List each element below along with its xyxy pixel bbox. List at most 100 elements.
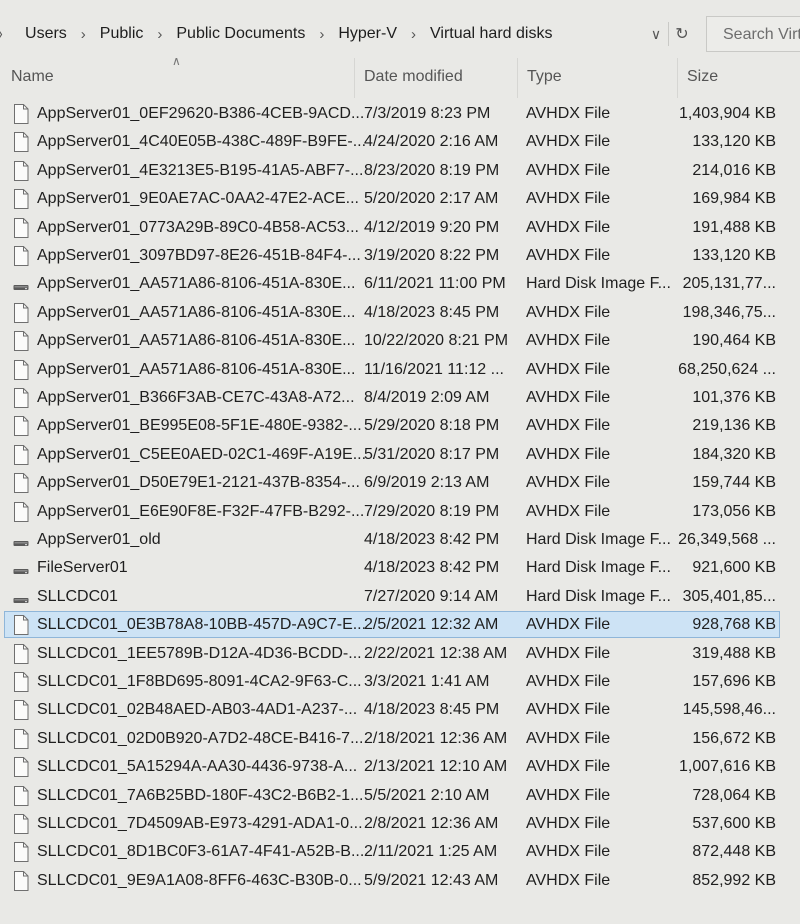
file-row[interactable]: AppServer01_AA571A86-8106-451A-830E... 4/… [0,300,800,328]
file-size: 537,600 KB [692,815,776,832]
column-header-type[interactable]: Type [527,68,562,86]
file-row[interactable]: AppServer01_AA571A86-8106-451A-830E... 6/… [0,271,800,299]
column-header-name[interactable]: Name [11,68,54,86]
file-date-modified: 4/18/2023 8:45 PM [364,701,500,719]
file-row[interactable]: AppServer01_AA571A86-8106-451A-830E... 10… [0,328,800,356]
file-size: 159,744 KB [692,474,776,492]
file-type: AVHDX File [526,417,611,435]
file-row[interactable]: SLLCDC01 7/27/2020 9:14 AM Hard Disk Image… [0,584,800,612]
file-size: 205,131,77... [682,275,776,293]
file-row[interactable]: SLLCDC01_7D4509AB-E973-4291-ADA1-0... 2/8… [0,811,800,839]
file-row[interactable]: AppServer01_4C40E05B-438C-489F-B9FE-... 4… [0,129,800,157]
file-row[interactable]: AppServer01_AA571A86-8106-451A-830E... 11… [0,357,800,385]
breadcrumb-hyper-v[interactable]: Hyper-V [338,25,397,43]
breadcrumb-users[interactable]: Users [25,25,67,43]
file-size: 872,448 KB [692,843,776,861]
file-name: AppServer01_AA571A86-8106-451A-830E... [37,303,356,321]
file-size: 728,064 KB [692,786,776,804]
file-row[interactable]: AppServer01_E6E90F8E-F32F-47FB-B292-... 7… [0,499,800,527]
column-header-size[interactable]: Size [687,68,718,86]
breadcrumb-public-documents[interactable]: Public Documents [176,25,305,43]
file-date-modified: 5/5/2021 2:10 AM [364,786,490,804]
breadcrumb-overflow-icon[interactable]: 〉 [0,24,11,45]
sort-ascending-icon: ∧ [172,54,181,68]
refresh-icon[interactable]: ↻ [668,22,695,46]
file-row[interactable]: AppServer01_C5EE0AED-02C1-469F-A19E... 5/… [0,442,800,470]
file-row[interactable]: SLLCDC01_0E3B78A8-10BB-457D-A9C7-E... 2/5… [0,611,800,640]
file-type: Hard Disk Image F... [526,275,671,293]
file-type: AVHDX File [526,502,611,520]
chevron-right-icon[interactable]: › [411,26,416,43]
file-row[interactable]: SLLCDC01_1EE5789B-D12A-4D36-BCDD-... 2/22… [0,641,800,669]
file-name: AppServer01_AA571A86-8106-451A-830E... [37,275,356,293]
file-row[interactable]: SLLCDC01_8D1BC0F3-61A7-4F41-A52B-B... 2/1… [0,839,800,867]
file-name: SLLCDC01_02B48AED-AB03-4AD1-A237-... [37,701,358,719]
file-row[interactable]: SLLCDC01_9E9A1A08-8FF6-463C-B30B-0... 5/9… [0,868,800,896]
file-name: AppServer01_AA571A86-8106-451A-830E... [37,360,356,378]
address-history-dropdown-icon[interactable]: ∨ [646,24,666,44]
file-type: AVHDX File [526,474,611,492]
file-row[interactable]: AppServer01_4E3213E5-B195-41A5-ABF7-... 8… [0,158,800,186]
file-row[interactable]: AppServer01_0773A29B-89C0-4B58-AC53... 4/… [0,215,800,243]
file-type: AVHDX File [526,105,611,122]
file-size: 26,349,568 ... [678,531,776,548]
file-date-modified: 2/13/2021 12:10 AM [364,758,508,776]
file-name: AppServer01_B366F3AB-CE7C-43A8-A72... [37,389,355,406]
file-name: SLLCDC01 [37,587,118,605]
file-date-modified: 5/31/2020 8:17 PM [364,445,500,463]
file-date-modified: 2/5/2021 12:32 AM [364,616,499,634]
file-date-modified: 3/19/2020 8:22 PM [364,247,500,264]
file-date-modified: 5/20/2020 2:17 AM [364,190,499,208]
column-divider[interactable] [517,58,518,98]
breadcrumb: 〉 Users › Public › Public Documents › Hy… [0,12,700,56]
file-row[interactable]: SLLCDC01_5A15294A-AA30-4436-9738-A... 2/1… [0,754,800,782]
file-date-modified: 7/27/2020 9:14 AM [364,587,499,605]
disk-icon [13,530,29,550]
file-row[interactable]: AppServer01_BE995E08-5F1E-480E-9382-... 5… [0,413,800,441]
file-size: 1,007,616 KB [679,758,776,776]
chevron-right-icon[interactable]: › [81,26,86,43]
document-icon [13,785,29,806]
column-header-date[interactable]: Date modified [364,68,463,86]
document-icon [13,104,29,124]
file-type: AVHDX File [526,673,611,690]
file-date-modified: 2/18/2021 12:36 AM [364,729,508,747]
file-size: 101,376 KB [692,389,776,406]
file-row[interactable]: FileServer01 4/18/2023 8:42 PM Hard Disk I… [0,555,800,583]
search-input[interactable]: Search Virtu [706,16,800,52]
file-row[interactable]: SLLCDC01_02B48AED-AB03-4AD1-A237-... 4/18… [0,697,800,725]
file-row[interactable]: AppServer01_3097BD97-8E26-451B-84F4-... 3… [0,243,800,271]
column-divider[interactable] [354,58,355,98]
file-row[interactable]: AppServer01_0EF29620-B386-4CEB-9ACD... 7/… [0,101,800,129]
breadcrumb-virtual-hard-disks[interactable]: Virtual hard disks [430,25,552,43]
file-row[interactable]: AppServer01_9E0AE7AC-0AA2-47E2-ACE... 5/2… [0,186,800,214]
file-name: AppServer01_D50E79E1-2121-437B-8354-... [37,474,360,492]
file-name: AppServer01_0773A29B-89C0-4B58-AC53... [37,218,359,236]
file-row[interactable]: AppServer01_B366F3AB-CE7C-43A8-A72... 8/4… [0,385,800,413]
file-name: SLLCDC01_9E9A1A08-8FF6-463C-B30B-0... [37,871,362,889]
file-type: Hard Disk Image F... [526,531,671,548]
file-name: AppServer01_3097BD97-8E26-451B-84F4-... [37,247,361,264]
document-icon [13,615,29,636]
file-type: Hard Disk Image F... [526,559,671,577]
file-date-modified: 2/22/2021 12:38 AM [364,644,508,662]
file-date-modified: 4/18/2023 8:45 PM [364,303,500,321]
file-date-modified: 3/3/2021 1:41 AM [364,673,490,690]
file-size: 219,136 KB [692,417,776,435]
file-size: 173,056 KB [692,502,776,520]
file-row[interactable]: AppServer01_D50E79E1-2121-437B-8354-... 6… [0,470,800,498]
disk-icon [13,558,29,578]
chevron-right-icon[interactable]: › [319,26,324,43]
file-row[interactable]: SLLCDC01_7A6B25BD-180F-43C2-B6B2-1... 5/5… [0,783,800,811]
file-row[interactable]: SLLCDC01_02D0B920-A7D2-48CE-B416-7... 2/1… [0,726,800,754]
column-divider[interactable] [677,58,678,98]
document-icon [13,870,29,891]
breadcrumb-public[interactable]: Public [100,25,144,43]
file-row[interactable]: AppServer01_old 4/18/2023 8:42 PM Hard Dis… [0,527,800,555]
file-name: SLLCDC01_1EE5789B-D12A-4D36-BCDD-... [37,644,362,662]
file-name: AppServer01_9E0AE7AC-0AA2-47E2-ACE... [37,190,359,208]
file-row[interactable]: SLLCDC01_1F8BD695-8091-4CA2-9F63-C... 3/3… [0,669,800,697]
file-type: AVHDX File [526,303,611,321]
chevron-right-icon[interactable]: › [157,26,162,43]
file-name: AppServer01_C5EE0AED-02C1-469F-A19E... [37,445,367,463]
